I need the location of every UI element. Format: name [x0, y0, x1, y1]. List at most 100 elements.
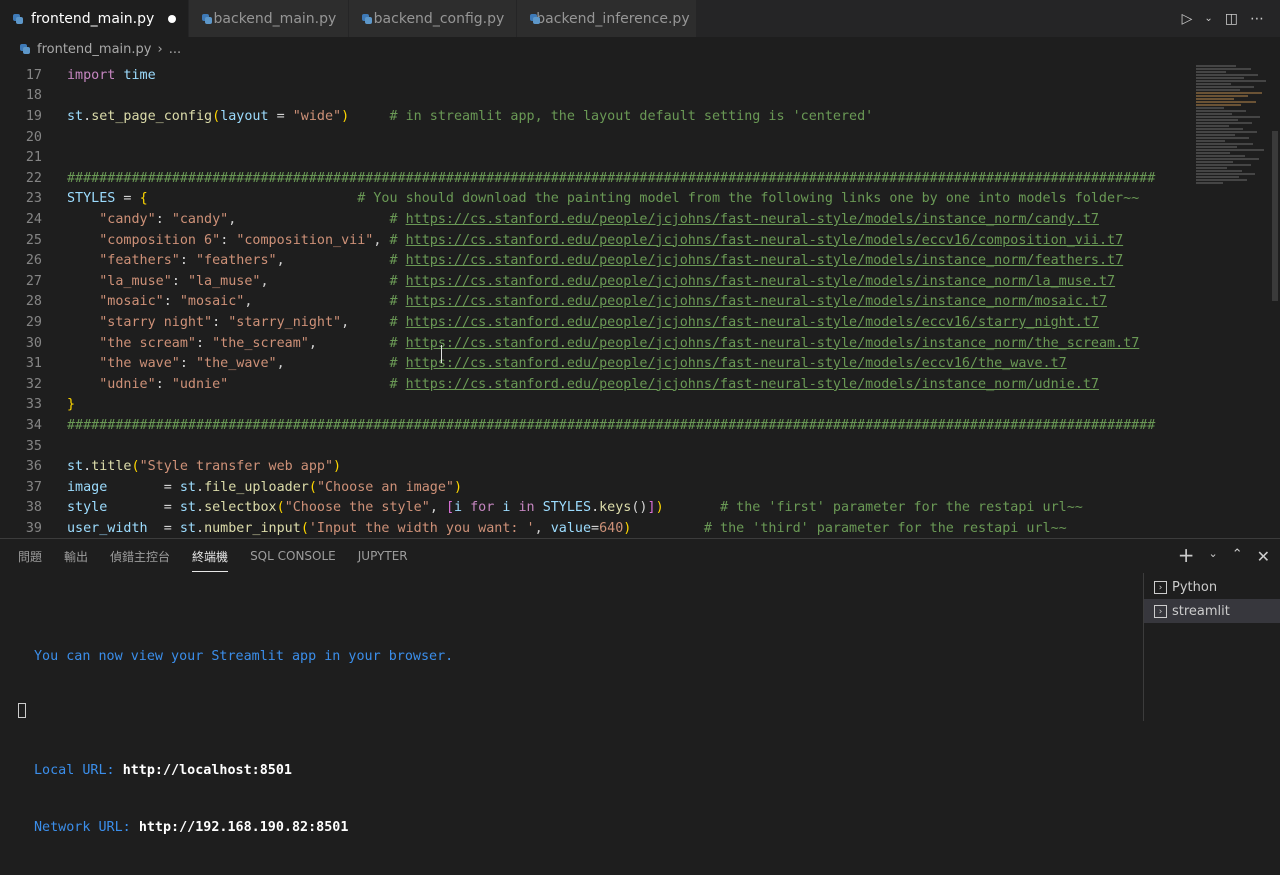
line-number: 32: [25, 376, 42, 392]
local-url[interactable]: http://localhost:8501: [123, 763, 292, 778]
code-line[interactable]: 17 import time: [0, 65, 1190, 86]
tab-backend-main[interactable]: backend_main.py: [189, 0, 350, 37]
code-text[interactable]: import time: [67, 68, 156, 83]
text-cursor-icon: [441, 345, 442, 363]
breadcrumb-more[interactable]: ...: [169, 42, 181, 57]
run-icon[interactable]: ▷: [1182, 11, 1193, 27]
minimap-line: [1196, 71, 1226, 73]
code-text[interactable]: st.set_page_config(layout = "wide") # in…: [67, 109, 873, 124]
terminal-icon: ›: [1154, 604, 1167, 618]
line-number: 24: [25, 211, 42, 227]
line-number: 34: [25, 417, 42, 433]
code-text[interactable]: "udnie": "udnie" # https://cs.stanford.e…: [67, 377, 1099, 392]
code-text[interactable]: user_width = st.number_input('Input the …: [67, 521, 1067, 536]
line-number: 22: [25, 170, 42, 186]
minimap-line: [1196, 164, 1251, 166]
code-text[interactable]: ########################################…: [67, 418, 1155, 433]
code-text[interactable]: "la_muse": "la_muse", # https://cs.stanf…: [67, 274, 1115, 289]
breadcrumb-file[interactable]: frontend_main.py: [37, 42, 151, 57]
minimap[interactable]: [1190, 61, 1270, 537]
tab-problems[interactable]: 問題: [18, 548, 42, 565]
tab-sql-console[interactable]: SQL CONSOLE: [250, 549, 336, 563]
code-text[interactable]: st.title("Style transfer web app"): [67, 459, 341, 474]
code-text[interactable]: "the wave": "the_wave", # https://cs.sta…: [67, 356, 1066, 371]
unsaved-dot-icon[interactable]: [168, 14, 177, 23]
line-number: 17: [25, 67, 42, 83]
code-text[interactable]: "starry night": "starry_night", # https:…: [67, 315, 1099, 330]
code-line[interactable]: 23 STYLES = { # You should download the p…: [0, 189, 1190, 210]
run-dropdown-chevron-icon[interactable]: ⌄: [1204, 13, 1212, 24]
code-line[interactable]: 22 ######################################…: [0, 168, 1190, 189]
code-line[interactable]: 34 ######################################…: [0, 415, 1190, 436]
code-text[interactable]: style = st.selectbox("Choose the style",…: [67, 500, 1083, 515]
line-number: 25: [25, 232, 42, 248]
code-line[interactable]: 29 "starry night": "starry_night", # htt…: [0, 312, 1190, 333]
code-text[interactable]: }: [67, 397, 75, 412]
code-line[interactable]: 19 st.set_page_config(layout = "wide") # …: [0, 106, 1190, 127]
code-text[interactable]: ########################################…: [67, 171, 1155, 186]
close-panel-icon[interactable]: ✕: [1257, 547, 1270, 566]
minimap-line: [1196, 89, 1240, 91]
terminal-item-python[interactable]: › Python: [1144, 575, 1280, 599]
tab-debug-console[interactable]: 偵錯主控台: [110, 548, 170, 565]
terminal-item-streamlit[interactable]: › streamlit: [1144, 599, 1280, 623]
minimap-line: [1196, 86, 1254, 88]
code-text[interactable]: "feathers": "feathers", # https://cs.sta…: [67, 253, 1123, 268]
maximize-panel-chevron-up-icon[interactable]: ⌃: [1232, 547, 1243, 566]
code-line[interactable]: 37 image = st.file_uploader("Choose an im…: [0, 477, 1190, 498]
minimap-line: [1196, 125, 1229, 127]
code-editor[interactable]: 17 import time 18 19 st.set_page_config(layo…: [0, 61, 1280, 537]
tab-jupyter[interactable]: JUPYTER: [358, 549, 408, 563]
minimap-line: [1196, 104, 1241, 106]
code-text[interactable]: "the scream": "the_scream", # https://cs…: [67, 336, 1139, 351]
line-number: 35: [25, 438, 42, 454]
code-text[interactable]: "mosaic": "mosaic", # https://cs.stanfor…: [67, 294, 1107, 309]
tab-backend-inference[interactable]: backend_inference.py: [517, 0, 698, 37]
minimap-line: [1196, 173, 1255, 175]
line-number: 26: [25, 253, 42, 269]
tab-frontend-main[interactable]: frontend_main.py: [0, 0, 190, 37]
code-line[interactable]: 32 "udnie": "udnie" # https://cs.stanfor…: [0, 374, 1190, 395]
code-text[interactable]: "composition 6": "composition_vii", # ht…: [67, 233, 1123, 248]
network-url[interactable]: http://192.168.190.82:8501: [139, 820, 349, 835]
minimap-line: [1196, 65, 1236, 67]
line-number: 30: [25, 335, 42, 351]
terminal-output[interactable]: You can now view your Streamlit app in y…: [34, 609, 453, 875]
code-line[interactable]: 38 style = st.selectbox("Choose the style…: [0, 498, 1190, 519]
code-line[interactable]: 31 "the wave": "the_wave", # https://cs.…: [0, 353, 1190, 374]
scrollbar-thumb[interactable]: [1272, 131, 1278, 301]
code-line[interactable]: 25 "composition 6": "composition_vii", #…: [0, 230, 1190, 251]
code-line[interactable]: 18: [0, 86, 1190, 107]
tab-terminal[interactable]: 終端機: [192, 548, 229, 572]
code-line[interactable]: 27 "la_muse": "la_muse", # https://cs.st…: [0, 271, 1190, 292]
new-terminal-plus-icon[interactable]: +: [1178, 545, 1195, 566]
minimap-line: [1196, 77, 1244, 79]
code-line[interactable]: 21: [0, 147, 1190, 168]
code-line[interactable]: 35: [0, 436, 1190, 457]
editor-scrollbar[interactable]: [1270, 61, 1280, 537]
code-line[interactable]: 24 "candy": "candy", # https://cs.stanfo…: [0, 209, 1190, 230]
code-line[interactable]: 36 st.title("Style transfer web app"): [0, 456, 1190, 477]
code-line[interactable]: 30 "the scream": "the_scream", # https:/…: [0, 333, 1190, 354]
code-line[interactable]: 39 user_width = st.number_input('Input th…: [0, 518, 1190, 537]
minimap-line: [1196, 143, 1253, 145]
terminal-dropdown-chevron-icon[interactable]: ⌄: [1208, 547, 1217, 566]
more-actions-icon[interactable]: ⋯: [1250, 11, 1264, 27]
code-line[interactable]: 33}: [0, 395, 1190, 416]
minimap-line: [1196, 80, 1266, 82]
code-text[interactable]: "candy": "candy", # https://cs.stanford.…: [67, 212, 1099, 227]
code-line[interactable]: 20: [0, 127, 1190, 148]
line-number: 18: [25, 88, 42, 104]
tab-output[interactable]: 輸出: [64, 548, 88, 565]
split-editor-icon[interactable]: ◫: [1225, 11, 1238, 27]
tab-label: backend_config.py: [373, 10, 505, 27]
minimap-line: [1196, 140, 1225, 142]
code-line[interactable]: 26 "feathers": "feathers", # https://cs.…: [0, 250, 1190, 271]
code-line[interactable]: 28 "mosaic": "mosaic", # https://cs.stan…: [0, 292, 1190, 313]
line-number: 20: [25, 129, 42, 145]
tab-label: frontend_main.py: [31, 10, 155, 27]
line-number: 37: [25, 479, 42, 495]
tab-backend-config[interactable]: backend_config.py: [349, 0, 518, 37]
code-text[interactable]: image = st.file_uploader("Choose an imag…: [67, 480, 462, 495]
code-text[interactable]: STYLES = { # You should download the pai…: [67, 191, 1139, 206]
